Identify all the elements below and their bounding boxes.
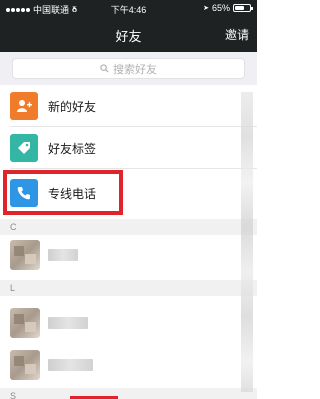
menu-item-friend-tags[interactable]: 好友标签 xyxy=(0,127,257,169)
contact-row[interactable] xyxy=(0,303,257,343)
section-header-s: S xyxy=(0,388,257,399)
avatar xyxy=(10,350,40,380)
tag-icon xyxy=(10,134,38,162)
battery-fill xyxy=(235,6,244,10)
menu-label: 专线电话 xyxy=(48,186,97,201)
status-bar: 中国联通 𝛅 下午4:46 ➤ 65% xyxy=(0,0,257,16)
contact-row[interactable] xyxy=(0,345,257,385)
search-input[interactable]: 搜索好友 xyxy=(12,58,245,79)
add-friend-icon xyxy=(10,92,38,120)
section-header-c: C xyxy=(0,219,257,235)
battery-percent: 65% xyxy=(211,3,230,13)
page-title: 好友 xyxy=(115,29,142,44)
divider xyxy=(10,168,257,169)
menu-item-new-friends[interactable]: 新的好友 xyxy=(0,85,257,127)
phone-icon xyxy=(10,179,38,207)
contact-name-blurred xyxy=(48,249,78,261)
menu-item-hotline[interactable]: 专线电话 xyxy=(0,172,257,214)
menu-label: 新的好友 xyxy=(48,99,97,114)
contact-row[interactable] xyxy=(0,235,257,275)
contact-name-blurred xyxy=(48,359,93,371)
nav-bar: 好友 邀请 xyxy=(0,16,257,52)
status-right: ➤ 65% xyxy=(203,3,253,13)
section-header-l: L xyxy=(0,280,257,296)
avatar xyxy=(10,308,40,338)
battery-icon xyxy=(233,4,253,12)
menu-label: 好友标签 xyxy=(48,141,97,156)
search-icon xyxy=(100,64,109,73)
invite-button[interactable]: 邀请 xyxy=(225,26,249,43)
avatar xyxy=(10,240,40,270)
search-area: 搜索好友 xyxy=(0,52,257,85)
alphabet-index-bar[interactable] xyxy=(241,92,253,392)
search-placeholder: 搜索好友 xyxy=(113,63,157,76)
friends-screen: 中国联通 𝛅 下午4:46 ➤ 65% 好友 邀请 搜索好友 新的好友 好友标签… xyxy=(0,0,257,399)
contact-name-blurred xyxy=(48,317,88,329)
location-icon: ➤ xyxy=(203,5,209,12)
